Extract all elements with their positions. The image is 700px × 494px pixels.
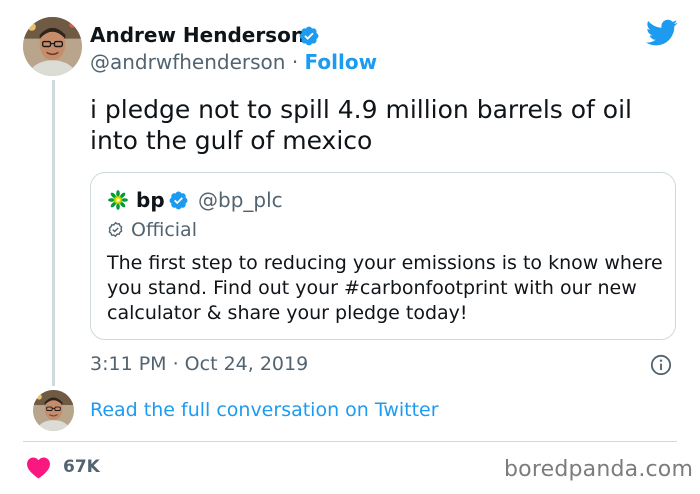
handle-separator: · [291, 50, 299, 74]
divider [23, 441, 677, 442]
watermark: boredpanda.com [504, 457, 694, 482]
verified-badge-icon [299, 26, 319, 46]
info-icon[interactable] [650, 354, 672, 376]
quoted-tweet-card[interactable]: bp @bp_plc Official The first step to re… [90, 172, 676, 340]
heart-icon[interactable] [26, 456, 51, 479]
twitter-bird-icon[interactable] [646, 19, 678, 47]
official-badge-label: Official [131, 219, 197, 241]
likes-count[interactable]: 67K [63, 455, 100, 479]
official-badge-icon [108, 221, 123, 238]
verified-badge-icon [169, 191, 188, 210]
author-avatar-small[interactable] [33, 390, 74, 431]
quoted-handle[interactable]: @bp_plc [198, 187, 283, 213]
tweet-timestamp[interactable]: 3:11 PM · Oct 24, 2019 [90, 351, 308, 377]
quoted-display-name[interactable]: bp [136, 187, 165, 213]
author-avatar[interactable] [23, 17, 82, 76]
read-conversation-link[interactable]: Read the full conversation on Twitter [90, 397, 439, 423]
bp-helios-logo-icon [108, 190, 128, 210]
author-handle[interactable]: @andrwfhenderson [90, 50, 285, 74]
follow-button[interactable]: Follow [305, 50, 378, 74]
quoted-tweet-text: The first step to reducing your emission… [107, 252, 663, 324]
author-display-name[interactable]: Andrew Henderson [90, 22, 305, 48]
author-handle-row: @andrwfhenderson · Follow [90, 49, 377, 75]
thread-connector-line [52, 80, 55, 386]
tweet-text: i pledge not to spill 4.9 million barrel… [90, 95, 632, 155]
